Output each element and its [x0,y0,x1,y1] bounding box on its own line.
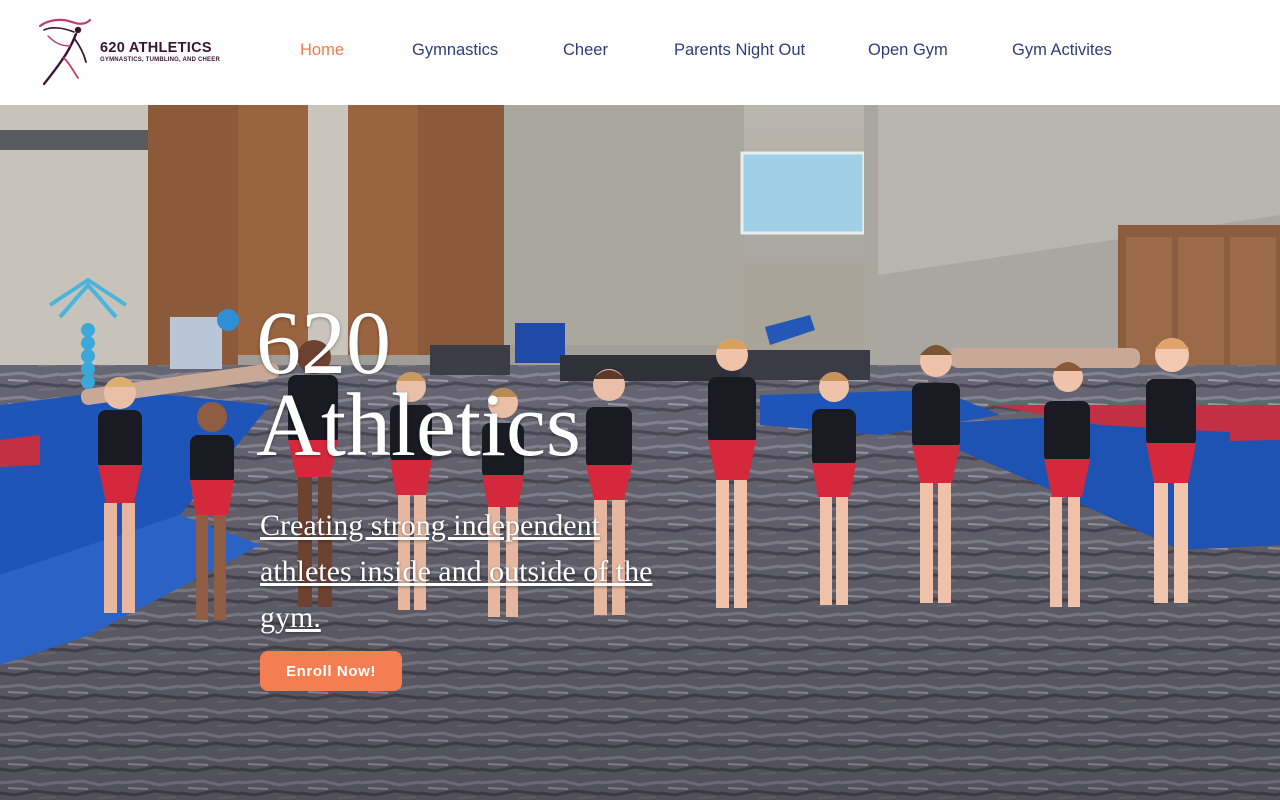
nav-item-gymnastics[interactable]: Gymnastics [412,41,498,60]
nav-item-parents-night-out[interactable]: Parents Night Out [674,41,805,60]
hero-title-line-2: Athletics [256,376,581,475]
nav-item-open-gym[interactable]: Open Gym [868,41,948,60]
nav-item-gym-activites[interactable]: Gym Activites [1012,41,1112,60]
hero-title: 620 Athletics [256,299,676,471]
hero-subtitle[interactable]: Creating strong independent athletes ins… [260,503,660,641]
nav-item-cheer[interactable]: Cheer [563,41,608,60]
enroll-now-button[interactable]: Enroll Now! [260,651,402,691]
site-header: 620 ATHLETICS GYMNASTICS, TUMBLING, AND … [0,0,1280,105]
main-navigation: Home Gymnastics Cheer Parents Night Out … [0,0,1280,105]
hero-section: 620 Athletics Creating strong independen… [0,105,1280,800]
nav-item-home[interactable]: Home [300,41,344,60]
